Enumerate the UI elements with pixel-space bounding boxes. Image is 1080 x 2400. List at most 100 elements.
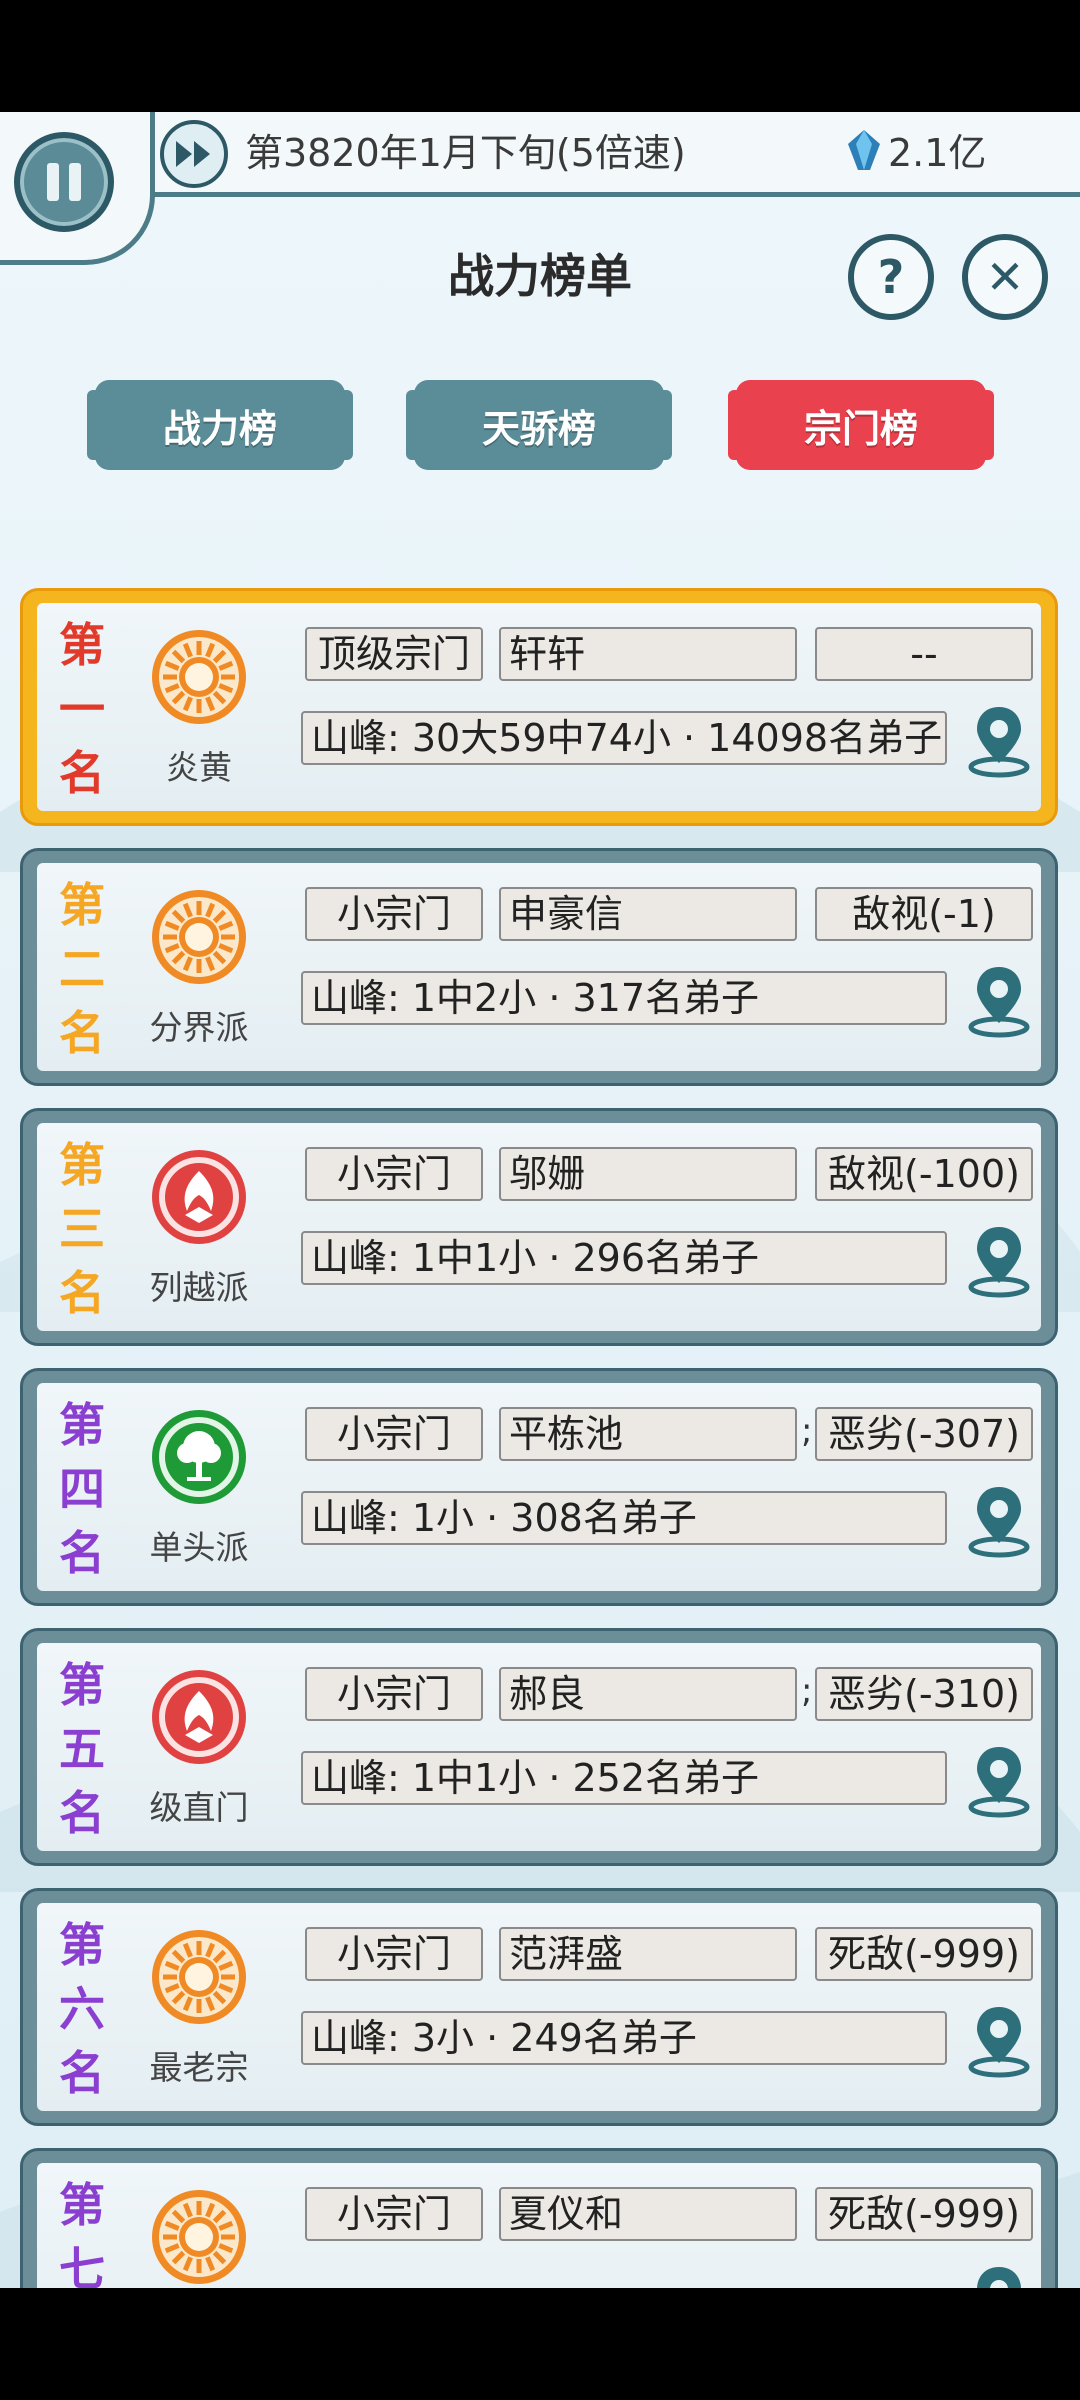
rank-char: 第 [59, 618, 105, 672]
question-icon: ? [877, 250, 905, 304]
location-button[interactable] [963, 1223, 1035, 1299]
rank-label: 第 五 名 [59, 1653, 105, 1845]
rank-char: 五 [59, 1722, 105, 1776]
relation-status: 敌视(-100) [815, 1147, 1033, 1201]
tree-emblem-icon [151, 1409, 247, 1505]
sect-name: 单头派 [149, 1528, 249, 1567]
location-pin-icon [968, 967, 1030, 1038]
fast-forward-button[interactable] [160, 120, 228, 188]
sect-name: 最老宗 [149, 2048, 249, 2087]
relation-status: 恶劣(-307) [815, 1407, 1033, 1461]
location-pin-icon [977, 2267, 1021, 2288]
rank-char: 第 [59, 1138, 105, 1192]
relation-status: -- [815, 627, 1033, 681]
sect-leader: 平栋池 [499, 1407, 797, 1461]
rank-char: 名 [59, 1786, 105, 1840]
gem-icon [848, 130, 880, 170]
rank-char: 第 [59, 2178, 105, 2232]
sect-info: 山峰: 1小 · 308名弟子 [301, 1491, 947, 1545]
rank-label: 第 四 名 [59, 1393, 105, 1585]
sect-info: 山峰: 1中2小 · 317名弟子 [301, 971, 947, 1025]
sect-info: 山峰: 30大59中74小 · 14098名弟子 [301, 711, 947, 765]
sect-info: 山峰: 3小 · 249名弟子 [301, 2011, 947, 2065]
tab-power-rank[interactable]: 战力榜 [87, 380, 353, 470]
sect-card[interactable]: 第 五 名 级直门 小宗门 郝良 ; 恶劣(-310) 山峰: 1中1小 · 2… [20, 1628, 1058, 1866]
phoenix-emblem-icon [151, 1669, 247, 1765]
rank-char: 名 [59, 1526, 105, 1580]
location-pin-icon [968, 2007, 1030, 2078]
separator-text: ; [801, 1671, 813, 1711]
sect-leader: 邬姗 [499, 1147, 797, 1201]
rank-char: 第 [59, 878, 105, 932]
sect-type: 小宗门 [305, 1147, 483, 1201]
rank-label: 第 七 名 [59, 2173, 105, 2288]
rank-char: 六 [59, 1982, 105, 2036]
sect-card[interactable]: 第 六 名 最老宗 小宗门 范湃盛 死敌(-999) 山峰: 3小 · 249名… [20, 1888, 1058, 2126]
rank-label: 第 三 名 [59, 1133, 105, 1325]
rank-char: 名 [59, 1266, 105, 1320]
tab-sect-rank[interactable]: 宗门榜 [728, 380, 994, 470]
sect-name: 分界派 [149, 1008, 249, 1047]
location-button[interactable] [963, 1483, 1035, 1559]
sect-card[interactable]: 第 二 名 分界派 小宗门 申豪信 敌视(-1) 山峰: 1中2小 · 317名… [20, 848, 1058, 1086]
sect-leader: 申豪信 [499, 887, 797, 941]
relation-status: 死敌(-999) [815, 1927, 1033, 1981]
sect-type: 小宗门 [305, 1667, 483, 1721]
rank-label: 第 二 名 [59, 873, 105, 1065]
sect-leader: 轩轩 [499, 627, 797, 681]
help-button[interactable]: ? [848, 234, 934, 320]
sect-name: 炎黄 [166, 748, 232, 787]
sect-info: 山峰: 1中1小 · 252名弟子 [301, 1751, 947, 1805]
location-button[interactable] [963, 2263, 1035, 2288]
sect-type: 小宗门 [305, 1407, 483, 1461]
relation-status: 恶劣(-310) [815, 1667, 1033, 1721]
sect-card[interactable]: 第 一 名 炎黄 顶级宗门 轩轩 -- 山峰: 30大59中74小 · 1409… [20, 588, 1058, 826]
location-pin-icon [968, 707, 1030, 778]
rank-char: 二 [59, 942, 105, 996]
location-pin-icon [968, 1227, 1030, 1298]
rank-char: 第 [59, 1918, 105, 1972]
sect-type: 顶级宗门 [305, 627, 483, 681]
sect-name: 列越派 [149, 1268, 249, 1307]
relation-status: 敌视(-1) [815, 887, 1033, 941]
rank-char: 名 [59, 2046, 105, 2100]
location-button[interactable] [963, 703, 1035, 779]
sect-leader: 夏仪和 [499, 2187, 797, 2241]
pause-icon [47, 163, 59, 201]
sect-name: 级直门 [149, 1788, 249, 1827]
rank-char: 名 [59, 746, 105, 800]
sect-card[interactable]: 第 四 名 单头派 小宗门 平栋池 ; 恶劣(-307) 山峰: 1小 · 30… [20, 1368, 1058, 1606]
sun-emblem-icon [151, 889, 247, 985]
location-button[interactable] [963, 2003, 1035, 2079]
rank-label: 第 一 名 [59, 613, 105, 805]
rank-char: 三 [59, 1202, 105, 1256]
relation-status: 死敌(-999) [815, 2187, 1033, 2241]
sect-type: 小宗门 [305, 2187, 483, 2241]
sect-type: 小宗门 [305, 887, 483, 941]
sect-card[interactable]: 第 三 名 列越派 小宗门 邬姗 敌视(-100) 山峰: 1中1小 · 296… [20, 1108, 1058, 1346]
phoenix-emblem-icon [151, 1149, 247, 1245]
rank-char: 名 [59, 1006, 105, 1060]
location-pin-icon [968, 1747, 1030, 1818]
tab-talent-rank[interactable]: 天骄榜 [406, 380, 672, 470]
rank-char: 七 [59, 2242, 105, 2288]
close-icon: ✕ [985, 250, 1025, 304]
rank-char: 四 [59, 1462, 105, 1516]
location-button[interactable] [963, 963, 1035, 1039]
sun-emblem-icon [151, 1929, 247, 2025]
sect-info: 山峰: 1中1小 · 296名弟子 [301, 1231, 947, 1285]
sect-leader: 范湃盛 [499, 1927, 797, 1981]
game-date-text: 第3820年1月下旬(5倍速) [245, 131, 686, 175]
pause-button[interactable] [14, 132, 114, 232]
sect-card[interactable]: 第 七 名 小宗门 夏仪和 死敌(-999) [20, 2148, 1058, 2288]
rank-char: 一 [59, 682, 105, 736]
location-button[interactable] [963, 1743, 1035, 1819]
location-pin-icon [968, 1487, 1030, 1558]
rank-char: 第 [59, 1398, 105, 1452]
rank-char: 第 [59, 1658, 105, 1712]
currency-amount: 2.1亿 [888, 131, 987, 175]
sun-emblem-icon [151, 2189, 247, 2285]
separator-text: ; [801, 1411, 813, 1451]
close-button[interactable]: ✕ [962, 234, 1048, 320]
sun-emblem-icon [151, 629, 247, 725]
